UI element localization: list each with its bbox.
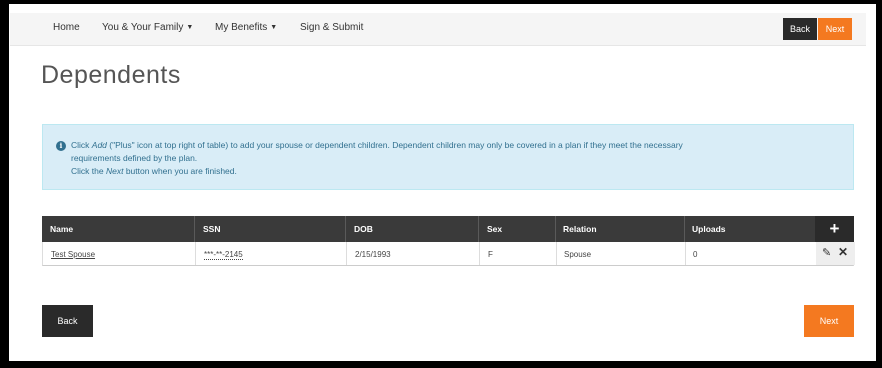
page-title: Dependents xyxy=(41,61,181,89)
next-button[interactable]: Next xyxy=(804,305,854,337)
header-ssn: SSN xyxy=(203,224,221,234)
caret-down-icon: ▼ xyxy=(186,24,194,31)
header-relation: Relation xyxy=(563,224,597,234)
nav-home-link[interactable]: Home xyxy=(53,22,80,33)
alert-line-3: Click the Next button when you are finis… xyxy=(71,166,237,176)
info-alert: i Click Add ("Plus" icon at top right of… xyxy=(42,124,854,190)
sex-value: F xyxy=(488,250,493,259)
table-row: Test Spouse ***-**-2145 2/15/1993 F Spou… xyxy=(42,242,855,266)
alert-line-2: requirements defined by the plan. xyxy=(71,153,198,163)
header-divider xyxy=(684,216,685,242)
dob-value: 2/15/1993 xyxy=(355,250,391,259)
add-dependent-button[interactable]: + xyxy=(815,216,854,242)
nav-benefits-menu[interactable]: My Benefits ▼ xyxy=(215,22,277,33)
plus-icon: + xyxy=(829,219,840,238)
caret-down-icon: ▼ xyxy=(270,24,278,31)
row-actions: ✎ ✕ xyxy=(816,242,855,265)
cell-divider xyxy=(479,242,480,265)
header-divider xyxy=(345,216,346,242)
nav-family-menu[interactable]: You & Your Family ▼ xyxy=(102,22,193,33)
header-sex: Sex xyxy=(487,224,503,234)
top-navbar: Home You & Your Family ▼ My Benefits ▼ Sig… xyxy=(10,13,866,46)
nav-sign-submit-link[interactable]: Sign & Submit xyxy=(300,22,363,33)
header-divider xyxy=(194,216,195,242)
header-divider xyxy=(555,216,556,242)
nav-family-label: You & Your Family xyxy=(102,22,184,33)
uploads-value: 0 xyxy=(693,250,698,259)
header-uploads: Uploads xyxy=(692,224,726,234)
header-dob: DOB xyxy=(354,224,373,234)
table-header: Name SSN DOB Sex Relation Uploads + xyxy=(42,216,854,242)
header-divider xyxy=(478,216,479,242)
cell-divider xyxy=(556,242,557,265)
header-name: Name xyxy=(50,224,74,234)
ssn-value: ***-**-2145 xyxy=(204,250,243,260)
relation-value: Spouse xyxy=(564,250,592,259)
cell-divider xyxy=(195,242,196,265)
nav-next-button[interactable]: Next xyxy=(818,18,852,40)
info-icon: i xyxy=(56,141,66,151)
nav-benefits-label: My Benefits xyxy=(215,22,268,33)
pencil-icon[interactable]: ✎ xyxy=(822,246,831,259)
nav-back-button[interactable]: Back xyxy=(783,18,817,40)
cell-divider xyxy=(685,242,686,265)
delete-icon[interactable]: ✕ xyxy=(838,245,848,259)
alert-line-1: Click Add ("Plus" icon at top right of t… xyxy=(71,140,683,150)
cell-divider xyxy=(346,242,347,265)
dependent-name-link[interactable]: Test Spouse xyxy=(51,250,95,259)
back-button[interactable]: Back xyxy=(42,305,93,337)
